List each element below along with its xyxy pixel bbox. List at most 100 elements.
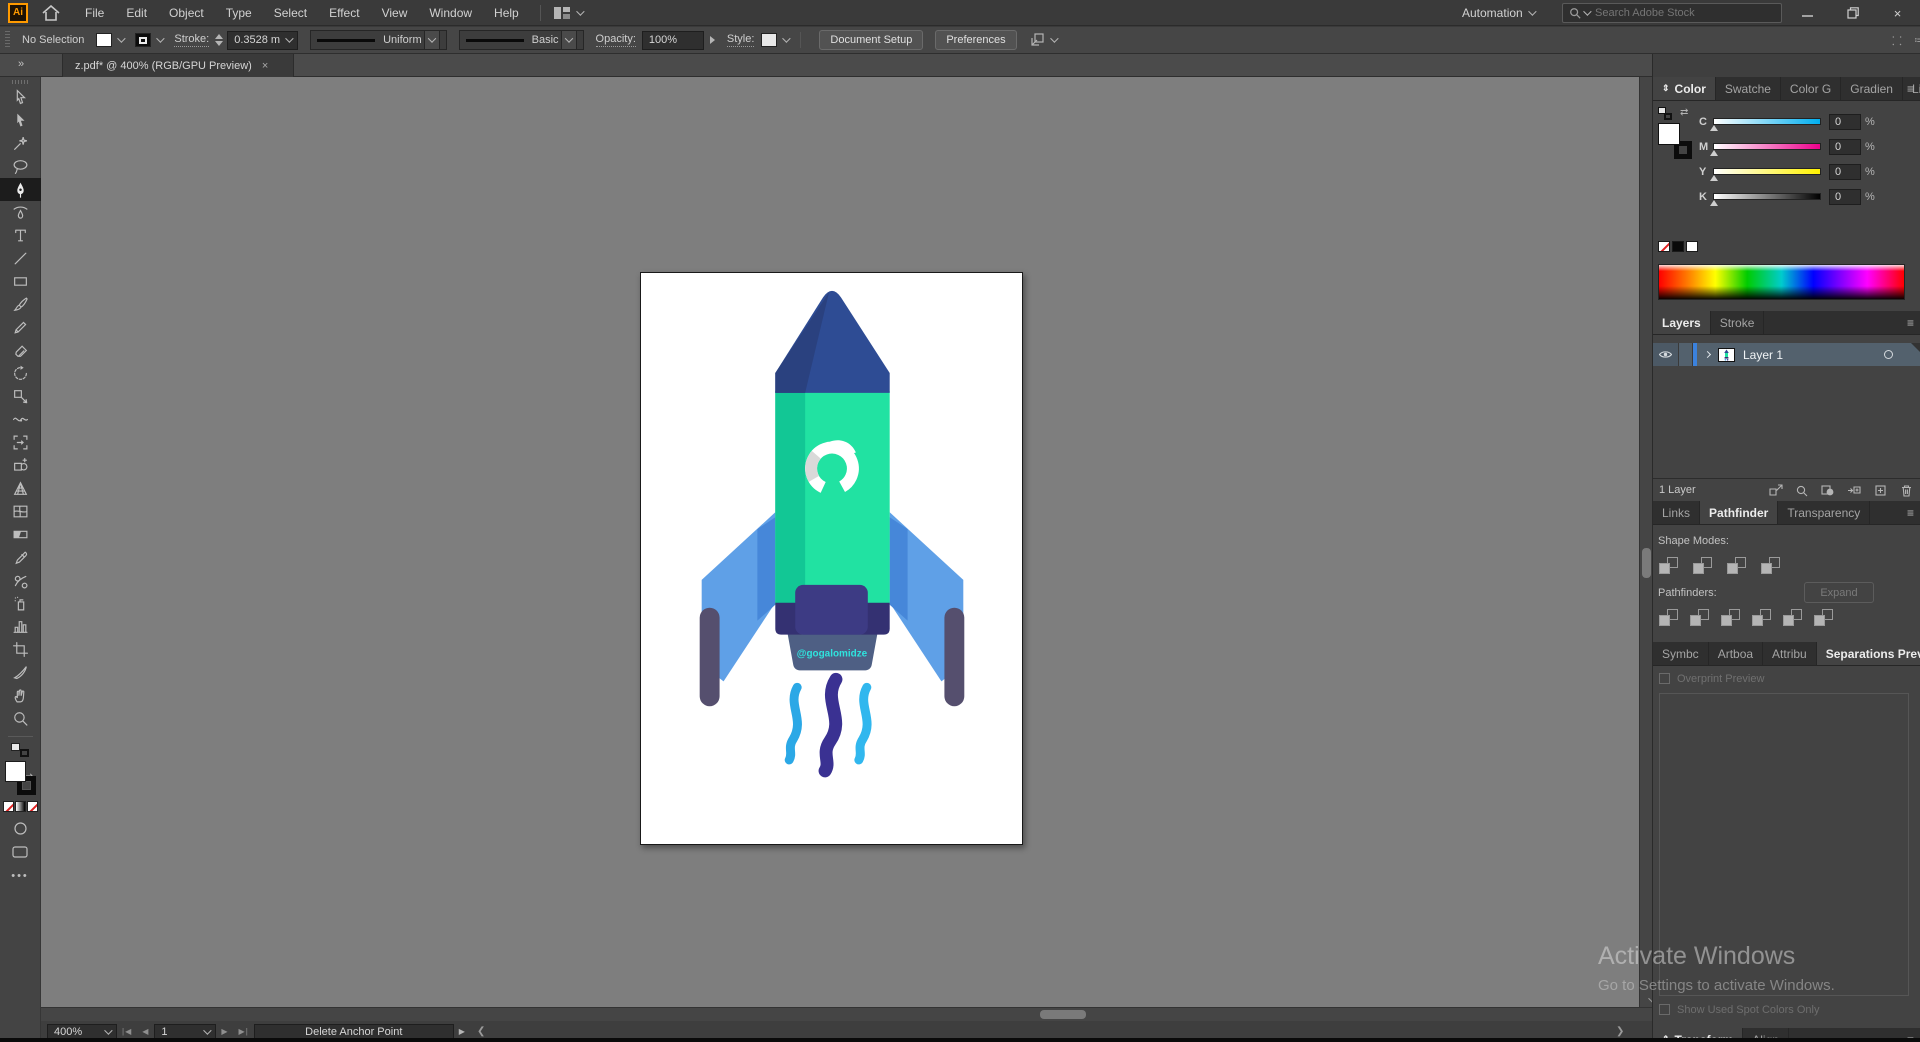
layer-thumbnail[interactable] (1718, 347, 1735, 362)
panel-menu-icon[interactable]: ≡ (1907, 506, 1914, 520)
menu-type[interactable]: Type (215, 0, 263, 26)
channel-value-field[interactable]: 0 (1829, 138, 1861, 155)
tab-color[interactable]: ⇕ Color (1653, 77, 1716, 100)
document-tab[interactable]: z.pdf* @ 400% (RGB/GPU Preview) × (62, 54, 294, 77)
toolbar-collapse-icon[interactable]: » (18, 58, 24, 70)
tab-transparency[interactable]: Transparency (1778, 501, 1871, 524)
channel-slider[interactable] (1710, 118, 1821, 131)
line-segment-tool[interactable] (0, 247, 41, 270)
fill-swatch[interactable] (96, 33, 113, 47)
artboard[interactable]: @gogalomidze (640, 272, 1023, 845)
pathfinder-trim-icon[interactable] (1690, 609, 1709, 626)
slider-thumb-icon[interactable] (1710, 200, 1718, 206)
expand-button[interactable]: Expand (1804, 582, 1874, 603)
list-view-icon[interactable]: ≔ (1914, 33, 1920, 47)
shape-mode-unite-icon[interactable] (1659, 557, 1678, 574)
show-used-spot-colors-option[interactable]: Show Used Spot Colors Only (1659, 1004, 1819, 1016)
chevron-down-icon[interactable] (156, 34, 166, 43)
black-swatch-icon[interactable] (1672, 241, 1684, 252)
toolbar-grip[interactable] (11, 80, 29, 84)
canvas[interactable]: @gogalomidze (41, 77, 1639, 1007)
make-mask-icon[interactable] (1821, 484, 1835, 497)
menu-window[interactable]: Window (418, 0, 483, 26)
pathfinder-outline-icon[interactable] (1783, 609, 1802, 626)
pathfinder-merge-icon[interactable] (1721, 609, 1740, 626)
scroll-left-icon[interactable]: ❮ (477, 1026, 485, 1037)
new-sublayer-icon[interactable] (1847, 484, 1862, 497)
opacity-label[interactable]: Opacity: (595, 33, 636, 47)
menu-file[interactable]: File (74, 0, 115, 26)
preferences-button[interactable]: Preferences (935, 30, 1017, 50)
layer-row[interactable]: Layer 1 (1653, 343, 1920, 366)
shape-mode-minus-front-icon[interactable] (1693, 557, 1712, 574)
grid-view-icon[interactable]: ⸬ (1892, 32, 1902, 49)
restore-button[interactable] (1830, 0, 1875, 26)
chevron-down-icon[interactable] (782, 34, 792, 43)
white-swatch-icon[interactable] (1686, 241, 1698, 252)
channel-slider[interactable] (1710, 168, 1821, 181)
pathfinder-minus-back-icon[interactable] (1814, 609, 1833, 626)
tab-layers[interactable]: Layers (1653, 311, 1711, 334)
menu-object[interactable]: Object (158, 0, 215, 26)
tab-artboards[interactable]: Artboa (1709, 642, 1764, 665)
rocket-left-booster[interactable] (699, 607, 720, 707)
paintbrush-tool[interactable] (0, 293, 41, 316)
panel-grip[interactable] (5, 31, 10, 49)
panel-menu-icon[interactable]: ≡ (1907, 316, 1914, 330)
tab-gradient[interactable]: Gradien (1841, 77, 1903, 100)
scale-tool[interactable] (0, 385, 41, 408)
close-button[interactable]: × (1875, 0, 1920, 26)
target-circle-icon[interactable] (1884, 350, 1893, 359)
chevron-down-icon[interactable] (285, 34, 294, 43)
chevron-down-icon[interactable] (1049, 34, 1059, 43)
first-page-button[interactable]: |◀ (122, 1027, 132, 1036)
fill-swatch[interactable] (5, 761, 26, 782)
shape-mode-exclude-icon[interactable] (1761, 557, 1780, 574)
fill-color-control[interactable] (96, 33, 127, 47)
magic-wand-tool[interactable] (0, 132, 41, 155)
rectangle-tool[interactable] (0, 270, 41, 293)
expand-layer-icon[interactable] (1703, 350, 1712, 359)
lasso-tool[interactable] (0, 155, 41, 178)
shaper-tool[interactable] (0, 316, 41, 339)
panel-menu-icon[interactable]: ≡ (1907, 82, 1914, 96)
channel-slider[interactable] (1710, 143, 1821, 156)
menu-view[interactable]: View (371, 0, 419, 26)
stock-search[interactable] (1562, 3, 1782, 23)
opacity-arrow-icon[interactable] (709, 36, 715, 44)
mini-fill-stroke-icon[interactable] (1658, 107, 1674, 120)
close-tab-icon[interactable]: × (262, 60, 268, 72)
locate-object-icon[interactable] (1795, 484, 1809, 497)
tab-pathfinder[interactable]: Pathfinder (1700, 501, 1779, 524)
stroke-label[interactable]: Stroke: (174, 33, 210, 47)
shape-mode-intersect-icon[interactable] (1727, 557, 1746, 574)
document-setup-button[interactable]: Document Setup (819, 30, 924, 50)
channel-value-field[interactable]: 0 (1829, 163, 1861, 180)
next-page-button[interactable]: ▶ (221, 1027, 228, 1036)
lock-column[interactable] (1679, 343, 1693, 366)
chevron-down-icon[interactable] (117, 34, 127, 43)
vertical-scrollbar[interactable] (1639, 77, 1657, 1007)
rocket-right-booster[interactable] (944, 607, 965, 707)
rotate-tool[interactable] (0, 362, 41, 385)
tab-swatches[interactable]: Swatche (1716, 77, 1781, 100)
symbol-sprayer-tool[interactable] (0, 592, 41, 615)
color-swatch-icon[interactable] (2, 801, 14, 812)
status-expand-icon[interactable]: ▶ (459, 1027, 466, 1036)
previous-page-button[interactable]: ◀ (142, 1027, 149, 1036)
slider-thumb-icon[interactable] (1710, 150, 1718, 156)
menu-select[interactable]: Select (263, 0, 318, 26)
checkbox-icon[interactable] (1659, 673, 1670, 684)
transform-annotator[interactable] (1029, 32, 1059, 48)
visibility-toggle[interactable] (1653, 343, 1679, 366)
home-icon[interactable] (42, 4, 60, 21)
channel-value-field[interactable]: 0 (1829, 188, 1861, 205)
style-label[interactable]: Style: (726, 33, 755, 47)
swap-fill-stroke-icon[interactable]: ⇄ (1680, 107, 1688, 118)
fill-stroke-control[interactable] (3, 761, 37, 795)
direct-selection-tool[interactable] (0, 109, 41, 132)
artboard-tool[interactable] (0, 638, 41, 661)
zoom-tool[interactable] (0, 707, 41, 730)
chevron-down-icon[interactable] (575, 6, 585, 16)
selection-tool[interactable] (0, 86, 41, 109)
